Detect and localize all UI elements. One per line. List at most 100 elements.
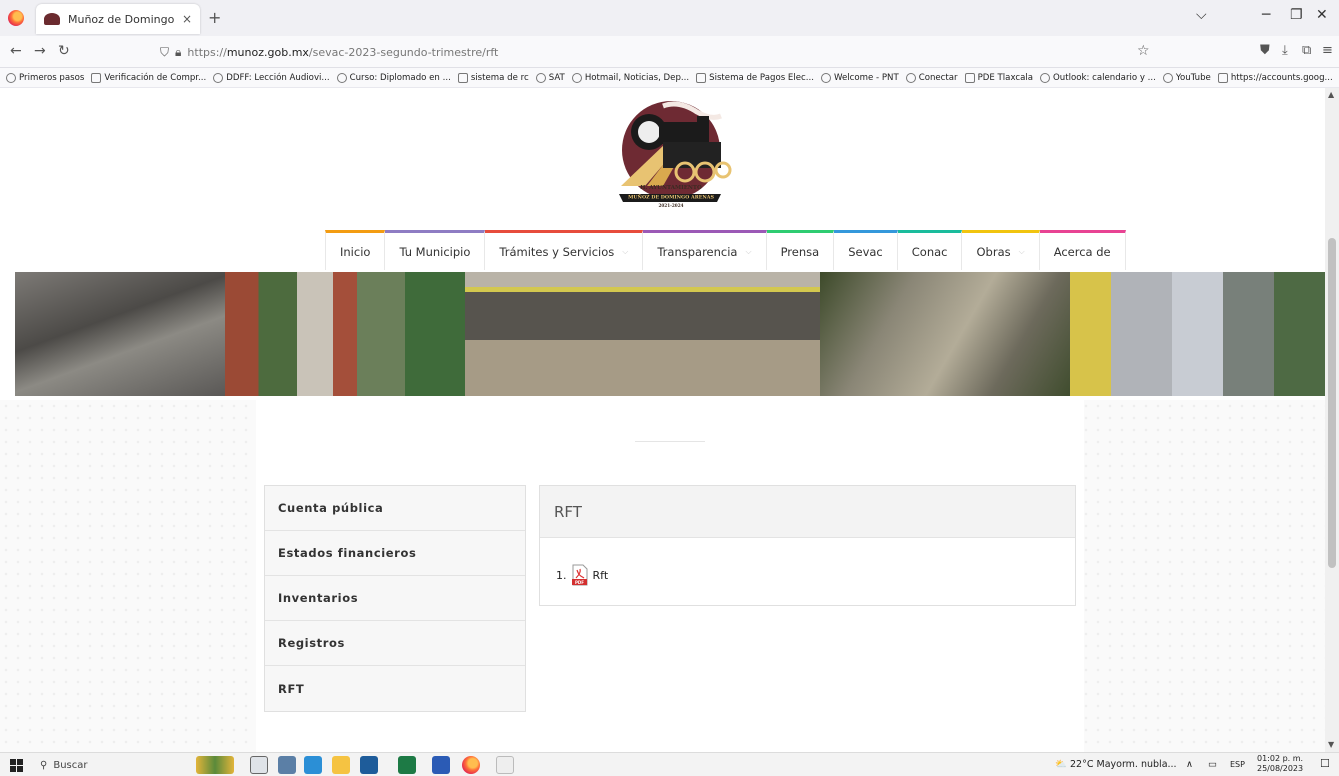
- bookmark-item[interactable]: Sistema de Pagos Elec...: [696, 72, 814, 83]
- header-banner-image: [15, 272, 1325, 396]
- weather-status[interactable]: 22°C Mayorm. nubla...: [1070, 759, 1177, 770]
- firefox-icon[interactable]: [8, 10, 24, 26]
- forward-arrow-icon[interactable]: →: [34, 43, 46, 59]
- bookmark-item[interactable]: Verificación de Compr...: [91, 72, 206, 83]
- bookmark-item[interactable]: PDE Tlaxcala: [964, 72, 1033, 83]
- firefox-taskbar-icon[interactable]: [462, 756, 480, 774]
- sidebar-item[interactable]: Registros: [265, 621, 525, 666]
- sidebar-item[interactable]: Inventarios: [265, 576, 525, 621]
- back-arrow-icon[interactable]: ←: [10, 43, 22, 59]
- bookmark-favicon-icon: [457, 72, 468, 83]
- sidebar-item[interactable]: Cuenta pública: [265, 486, 525, 531]
- logo-line-3: 2021-2024: [658, 203, 683, 208]
- browser-tab-active[interactable]: Muñoz de Domingo Arenas ×: [36, 4, 200, 34]
- tab-close-icon[interactable]: ×: [182, 12, 192, 26]
- minimize-icon[interactable]: ─: [1262, 7, 1270, 23]
- menu-item-label: Obras: [976, 244, 1011, 259]
- bookmark-label: Outlook: calendario y ...: [1053, 72, 1156, 83]
- scrollbar-thumb[interactable]: [1328, 238, 1336, 568]
- language-indicator[interactable]: ESP: [1230, 760, 1245, 769]
- bookmark-favicon-icon: [905, 72, 916, 83]
- mail-app-icon[interactable]: [304, 756, 322, 774]
- menu-item-6[interactable]: Conac: [897, 230, 963, 270]
- bookmark-item[interactable]: YouTube: [1162, 72, 1211, 83]
- bookmark-item[interactable]: DDFF: Lección Audiovi...: [213, 72, 330, 83]
- store-icon[interactable]: [360, 756, 378, 774]
- bookmark-item[interactable]: Conectar: [905, 72, 958, 83]
- taskbar-app-icon[interactable]: [496, 756, 514, 774]
- menu-item-5[interactable]: Sevac: [834, 230, 898, 270]
- bookmark-label: sistema de rc: [470, 72, 529, 83]
- scroll-up-icon[interactable]: ▲: [1328, 90, 1334, 99]
- excel-icon[interactable]: [398, 756, 416, 774]
- pdf-file-icon[interactable]: PDF: [571, 564, 589, 586]
- sidebar-item[interactable]: RFT: [265, 666, 525, 711]
- url-bar[interactable]: ⛉ 🔒︎ https://munoz.gob.mx/sevac-2023-seg…: [160, 39, 1170, 65]
- menu-item-0[interactable]: Inicio: [325, 230, 386, 270]
- taskbar-clock[interactable]: 01:02 p. m. 25/08/2023: [1257, 754, 1303, 774]
- bookmark-item[interactable]: Outlook: calendario y ...: [1040, 72, 1156, 83]
- chevron-down-icon: ⌵: [622, 246, 629, 256]
- bookmark-label: YouTube: [1175, 72, 1211, 83]
- bookmark-item[interactable]: sistema de rc: [457, 72, 529, 83]
- bookmark-item[interactable]: SAT: [535, 72, 565, 83]
- tray-expand-icon[interactable]: ∧: [1186, 759, 1193, 770]
- bookmark-favicon-icon: [213, 72, 224, 83]
- municipality-logo[interactable]: H. AYUNTAMIENTO MUÑOZ DE DOMINGO ARENAS …: [601, 98, 741, 216]
- page-scrollbar[interactable]: ▲ ▼: [1325, 88, 1339, 752]
- menu-item-3[interactable]: Transparencia ⌵: [643, 230, 767, 270]
- menu-hamburger-icon[interactable]: ≡: [1322, 43, 1333, 58]
- lock-icon[interactable]: 🔒︎: [175, 45, 181, 60]
- taskbar-search-label: Buscar: [53, 760, 88, 771]
- tracking-shield-icon[interactable]: ⛉: [160, 45, 169, 60]
- network-icon[interactable]: ▭: [1208, 759, 1217, 770]
- downloads-icon[interactable]: ⤓: [1282, 43, 1288, 58]
- pocket-icon[interactable]: ⛊: [1260, 43, 1270, 58]
- bookmark-label: Hotmail, Noticias, Dep...: [584, 72, 690, 83]
- document-panel: RFT 1. PDF Rft: [539, 485, 1076, 606]
- list-item-number: 1.: [556, 568, 567, 582]
- menu-item-label: Conac: [911, 244, 948, 259]
- taskbar-search[interactable]: ⚲ Buscar: [40, 757, 190, 774]
- menu-item-1[interactable]: Tu Municipio: [385, 230, 486, 270]
- notifications-icon[interactable]: ☐: [1320, 757, 1330, 770]
- menu-item-7[interactable]: Obras ⌵: [962, 230, 1040, 270]
- bookmark-item[interactable]: Hotmail, Noticias, Dep...: [571, 72, 690, 83]
- close-window-icon[interactable]: ✕: [1316, 7, 1328, 23]
- weather-icon[interactable]: ⛅: [1055, 759, 1067, 770]
- bookmark-favicon-icon: [535, 72, 546, 83]
- bookmark-item[interactable]: Primeros pasos: [6, 72, 84, 83]
- scroll-down-icon[interactable]: ▼: [1328, 740, 1334, 749]
- menu-item-label: Tu Municipio: [399, 244, 471, 259]
- bookmark-label: Curso: Diplomado en ...: [349, 72, 451, 83]
- reload-icon[interactable]: ↻: [58, 43, 70, 59]
- bookmarks-bar: Primeros pasos Verificación de Compr... DD…: [0, 68, 1339, 88]
- file-explorer-icon[interactable]: [332, 756, 350, 774]
- new-tab-button[interactable]: +: [208, 8, 221, 27]
- logo-line-1: H. AYUNTAMIENTO: [640, 185, 702, 191]
- bookmark-label: DDFF: Lección Audiovi...: [226, 72, 330, 83]
- calculator-icon[interactable]: [278, 756, 296, 774]
- windows-start-icon[interactable]: [10, 759, 23, 772]
- bookmark-item[interactable]: Welcome - PNT: [820, 72, 899, 83]
- sidebar-item[interactable]: Estados financieros: [265, 531, 525, 576]
- bookmark-item[interactable]: Curso: Diplomado en ...: [336, 72, 451, 83]
- list-all-tabs-icon[interactable]: ⌵: [1196, 7, 1207, 23]
- news-widget-icon[interactable]: [196, 756, 234, 774]
- main-menu: Inicio Tu Municipio Trámites y Servicios ⌵ T…: [325, 230, 1126, 270]
- word-icon[interactable]: [432, 756, 450, 774]
- task-view-icon[interactable]: [250, 756, 268, 774]
- extensions-icon[interactable]: ⧉: [1302, 43, 1311, 58]
- restore-icon[interactable]: ❐: [1290, 7, 1303, 23]
- section-divider: [635, 441, 705, 442]
- bookmark-star-icon[interactable]: ☆: [1137, 43, 1150, 59]
- menu-item-2[interactable]: Trámites y Servicios ⌵: [485, 230, 644, 270]
- list-item[interactable]: 1. PDF Rft: [556, 564, 608, 586]
- bookmark-item[interactable]: https://accounts.goog...: [1217, 72, 1333, 83]
- bookmark-favicon-icon: [964, 72, 975, 83]
- browser-tab-bar: Muñoz de Domingo Arenas × + ⌵ ─ ❐ ✕: [0, 0, 1339, 36]
- menu-item-8[interactable]: Acerca de: [1039, 230, 1126, 270]
- bookmark-label: Conectar: [918, 72, 958, 83]
- document-link[interactable]: Rft: [593, 569, 609, 582]
- menu-item-4[interactable]: Prensa: [766, 230, 835, 270]
